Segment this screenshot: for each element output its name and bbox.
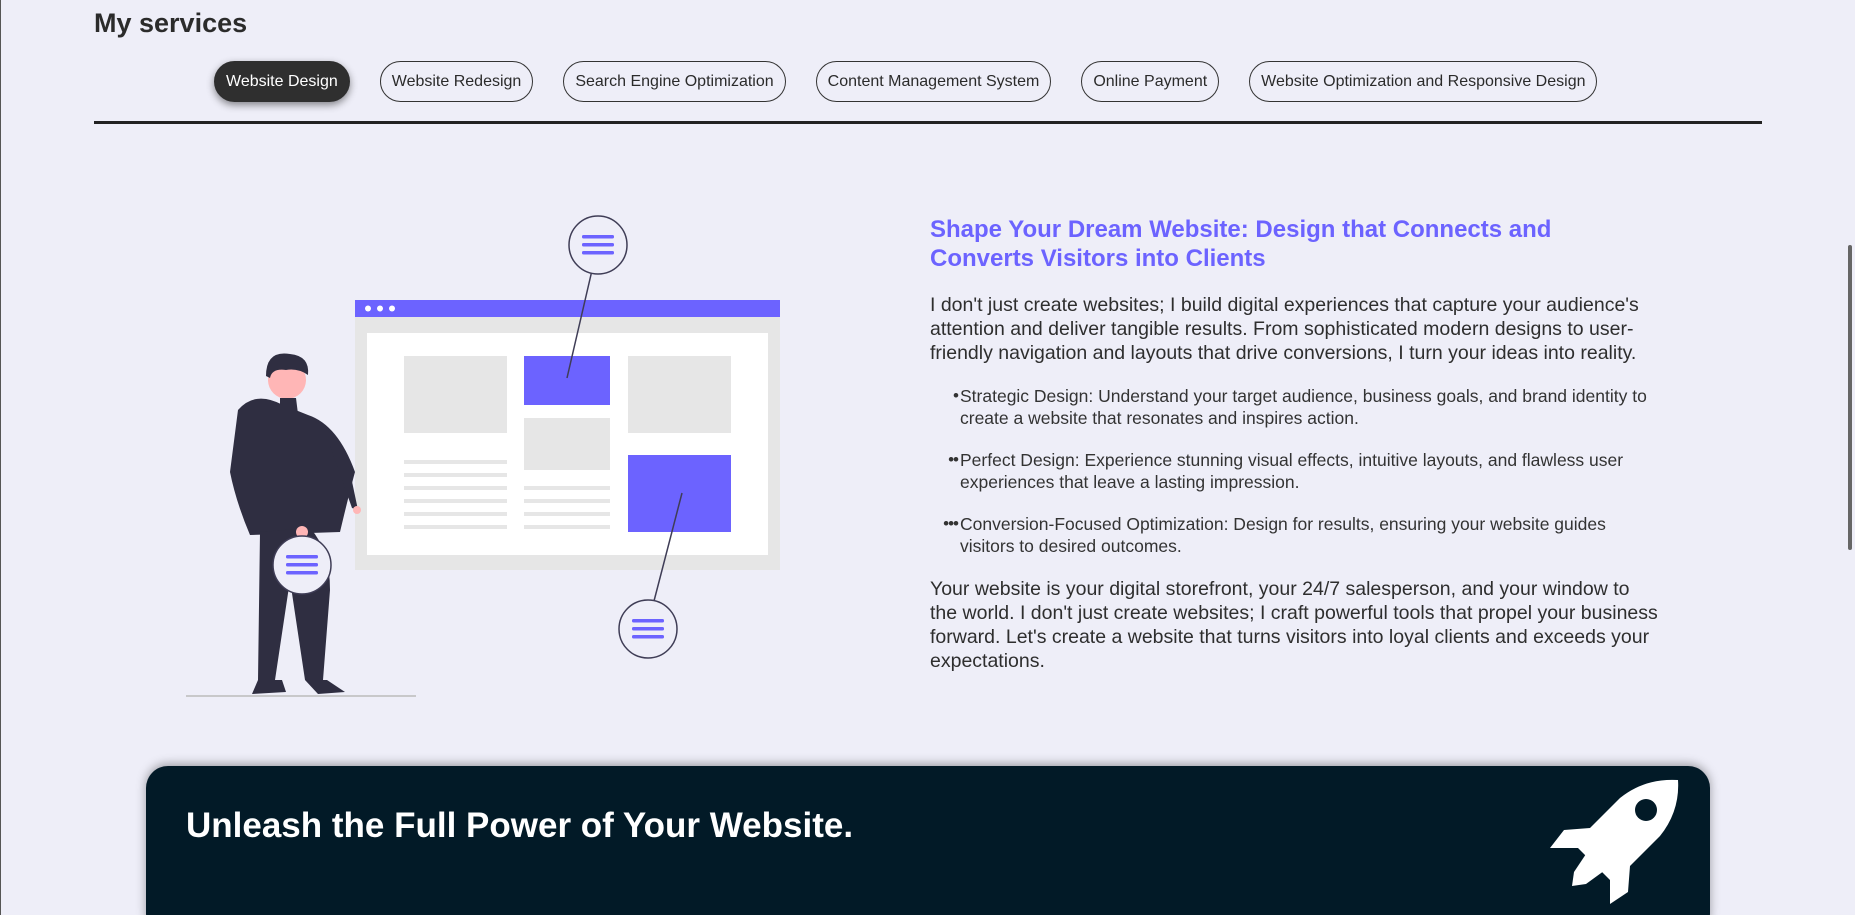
feature-item: ••• Conversion-Focused Optimization: Des… (930, 513, 1660, 557)
feature-item: •• Perfect Design: Experience stunning v… (930, 449, 1660, 493)
tab-online-payment[interactable]: Online Payment (1081, 61, 1220, 102)
menu-circle-bottom (618, 599, 678, 659)
service-heading: Shape Your Dream Website: Design that Co… (930, 216, 1552, 272)
menu-circle-left (272, 535, 332, 595)
tab-cms[interactable]: Content Management System (815, 61, 1052, 102)
bullet-marker: •• (948, 450, 959, 469)
rocket-icon (1550, 776, 1682, 911)
scrollbar-thumb[interactable] (1848, 245, 1852, 550)
service-content: Shape Your Dream Website: Design that Co… (930, 215, 1660, 673)
tab-website-design[interactable]: Website Design (214, 61, 350, 102)
service-outro: Your website is your digital storefront,… (930, 578, 1658, 672)
feature-text: Perfect Design: Experience stunning visu… (960, 450, 1624, 492)
cta-banner: Unleash the Full Power of Your Website. (146, 766, 1710, 915)
feature-text: Strategic Design: Understand your target… (960, 386, 1647, 428)
banner-title: Unleash the Full Power of Your Website. (186, 806, 854, 845)
person-figure (230, 353, 361, 694)
tab-seo[interactable]: Search Engine Optimization (563, 61, 786, 102)
bullet-marker: • (953, 386, 959, 405)
tab-website-redesign[interactable]: Website Redesign (379, 61, 534, 102)
page-edge (0, 0, 1, 915)
illustration-svg (186, 215, 780, 697)
bullet-marker: ••• (943, 514, 959, 533)
service-tabs: Website Design Website Redesign Search E… (214, 61, 1598, 102)
menu-circle-top (568, 215, 628, 275)
feature-item: • Strategic Design: Understand your targ… (930, 385, 1660, 429)
feature-text: Conversion-Focused Optimization: Design … (960, 514, 1606, 556)
section-title: My services (94, 8, 248, 38)
tab-website-optimization[interactable]: Website Optimization and Responsive Desi… (1249, 61, 1598, 102)
tabs-divider (94, 121, 1762, 124)
service-intro: I don't just create websites; I build di… (930, 294, 1639, 364)
scrollbar[interactable] (1843, 0, 1855, 915)
web-design-illustration (180, 210, 800, 710)
feature-list: • Strategic Design: Understand your targ… (930, 385, 1660, 557)
